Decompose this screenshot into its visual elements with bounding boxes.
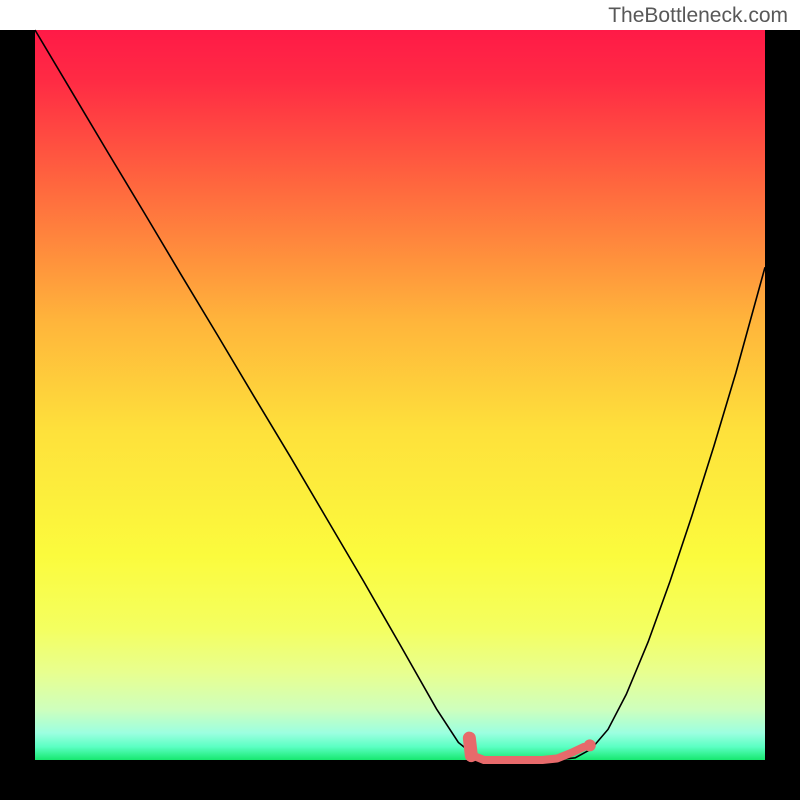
frame-left	[0, 30, 35, 800]
bottleneck-chart	[0, 0, 800, 800]
frame-bottom	[0, 760, 800, 800]
chart-svg	[0, 0, 800, 800]
watermark-text: TheBottleneck.com	[608, 4, 788, 28]
plot-background	[35, 30, 765, 760]
optimal-zone-dot	[584, 739, 596, 751]
optimal-zone-cap	[469, 738, 471, 756]
frame-right	[765, 30, 800, 800]
